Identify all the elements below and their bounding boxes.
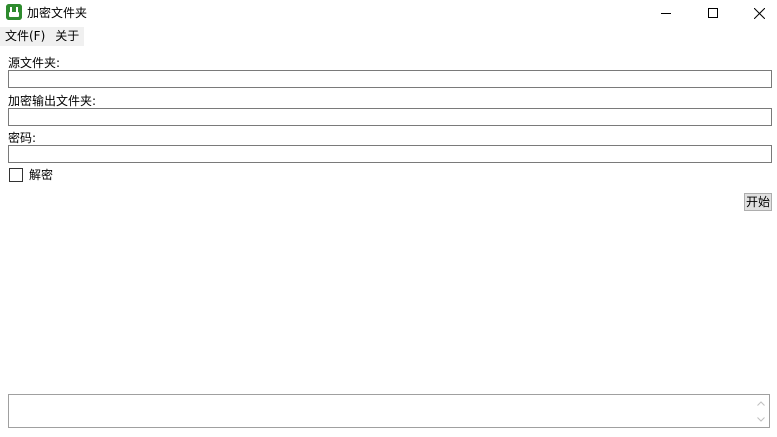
minimize-button[interactable] bbox=[643, 0, 689, 26]
close-button[interactable] bbox=[736, 0, 777, 26]
close-icon bbox=[753, 7, 765, 19]
chevron-up-icon bbox=[756, 400, 765, 406]
decrypt-checkbox-row[interactable]: 解密 bbox=[9, 168, 53, 182]
scroll-up-button[interactable] bbox=[752, 395, 769, 411]
menu-file[interactable]: 文件(F) bbox=[0, 27, 51, 46]
minimize-icon bbox=[661, 13, 671, 14]
start-button[interactable]: 开始 bbox=[744, 193, 772, 211]
log-scrollbar[interactable] bbox=[752, 395, 769, 427]
menu-bar: 文件(F) 关于 bbox=[0, 27, 85, 46]
decrypt-label: 解密 bbox=[29, 168, 54, 182]
scroll-down-button[interactable] bbox=[752, 411, 769, 427]
password-label: 密码: bbox=[8, 131, 37, 145]
window-title: 加密文件夹 bbox=[27, 6, 88, 20]
password-input[interactable] bbox=[8, 145, 772, 163]
decrypt-checkbox[interactable] bbox=[9, 168, 23, 182]
output-folder-label: 加密输出文件夹: bbox=[8, 94, 97, 108]
log-textarea[interactable] bbox=[8, 394, 770, 428]
source-folder-label: 源文件夹: bbox=[8, 56, 61, 70]
menu-about[interactable]: 关于 bbox=[50, 27, 85, 46]
android-app-icon bbox=[6, 4, 22, 20]
maximize-button[interactable] bbox=[690, 0, 736, 26]
title-bar: 加密文件夹 bbox=[0, 0, 777, 26]
maximize-icon bbox=[708, 8, 718, 18]
chevron-down-icon bbox=[756, 416, 765, 422]
output-folder-input[interactable] bbox=[8, 108, 772, 126]
source-folder-input[interactable] bbox=[8, 70, 772, 88]
